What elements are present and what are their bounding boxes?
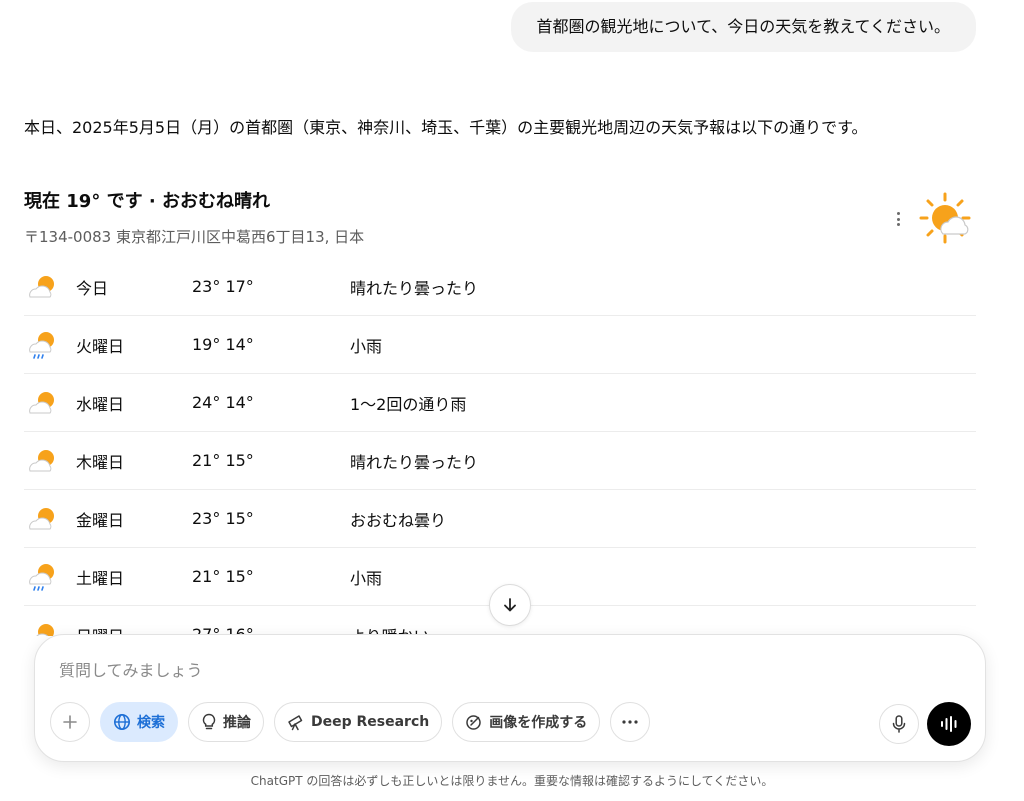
composer-right-tools bbox=[879, 702, 971, 746]
disclaimer-text: ChatGPT の回答は必ずしも正しいとは限りません。重要な情報は確認するように… bbox=[250, 774, 774, 788]
weather-card-header: 現在 19° です · おおむね晴れ 〒134-0083 東京都江戸川区中葛西6… bbox=[24, 188, 364, 250]
more-tools-button[interactable] bbox=[610, 702, 651, 742]
forecast-desc: 1〜2回の通り雨 bbox=[350, 394, 467, 414]
sun-cloud-icon bbox=[919, 192, 971, 244]
forecast-list: 今日 23° 17° 晴れたり曇ったり 火曜日 19° 14° 小雨 水曜日 2… bbox=[24, 258, 976, 636]
forecast-day: 木曜日 bbox=[76, 452, 125, 472]
forecast-desc: 小雨 bbox=[350, 336, 383, 356]
user-message-text: 首都圏の観光地について、今日の天気を教えてください。 bbox=[536, 17, 950, 36]
forecast-temps: 19° 14° bbox=[192, 335, 254, 354]
reason-button[interactable]: 推論 bbox=[188, 702, 264, 742]
forecast-desc: 小雨 bbox=[350, 568, 383, 588]
microphone-icon bbox=[892, 715, 906, 733]
deep-research-button[interactable]: Deep Research bbox=[274, 702, 443, 742]
dictate-button[interactable] bbox=[879, 704, 919, 744]
image-create-icon bbox=[466, 715, 481, 730]
voice-waveform-icon bbox=[941, 716, 957, 732]
arrow-down-icon bbox=[504, 598, 516, 612]
forecast-day: 今日 bbox=[76, 278, 109, 298]
search-label: 検索 bbox=[137, 715, 165, 731]
current-weather: 現在 19° です · おおむね晴れ bbox=[24, 191, 270, 212]
create-image-label: 画像を作成する bbox=[489, 715, 588, 731]
deep-research-label: Deep Research bbox=[311, 714, 430, 730]
assistant-answer-intro: 本日、2025年5月5日（月）の首都圏（東京、神奈川、埼玉、千葉）の主要観光地周… bbox=[24, 118, 868, 137]
forecast-temps: 23° 17° bbox=[192, 277, 254, 296]
rain-icon bbox=[29, 331, 54, 359]
forecast-day: 水曜日 bbox=[76, 394, 125, 414]
forecast-day: 土曜日 bbox=[76, 568, 125, 588]
telescope-icon bbox=[288, 715, 303, 731]
forecast-row: 今日 23° 17° 晴れたり曇ったり bbox=[24, 258, 976, 316]
lightbulb-icon bbox=[202, 713, 216, 730]
weather-location: 〒134-0083 東京都江戸川区中葛西6丁目13, 日本 bbox=[24, 228, 365, 246]
partly-cloudy-icon bbox=[29, 275, 54, 297]
forecast-row: 水曜日 24° 14° 1〜2回の通り雨 bbox=[24, 374, 976, 432]
voice-mode-button[interactable] bbox=[927, 702, 971, 746]
message-composer[interactable]: 質問してみましょう 検索 推論 Deep Research 画像を作成する bbox=[34, 634, 986, 762]
attach-button[interactable] bbox=[50, 702, 90, 742]
user-message-bubble: 首都圏の観光地について、今日の天気を教えてください。 bbox=[510, 2, 976, 52]
globe-icon bbox=[114, 714, 130, 730]
forecast-temps: 21° 15° bbox=[192, 567, 254, 586]
forecast-temps: 21° 15° bbox=[192, 451, 254, 470]
forecast-day: 火曜日 bbox=[76, 336, 125, 356]
ellipsis-icon bbox=[622, 720, 638, 724]
more-options-icon[interactable] bbox=[891, 212, 905, 226]
forecast-desc: 晴れたり曇ったり bbox=[350, 452, 479, 472]
composer-input[interactable]: 質問してみましょう bbox=[59, 657, 203, 681]
forecast-temps: 23° 15° bbox=[192, 509, 254, 528]
partly-cloudy-icon bbox=[35, 623, 54, 636]
forecast-temps: 24° 14° bbox=[192, 393, 254, 412]
reason-label: 推論 bbox=[223, 715, 251, 731]
scroll-down-button[interactable] bbox=[489, 584, 531, 626]
plus-icon bbox=[63, 715, 77, 729]
rain-icon bbox=[29, 563, 54, 591]
partly-cloudy-icon bbox=[29, 449, 54, 471]
search-button[interactable]: 検索 bbox=[100, 702, 178, 742]
composer-tools: 検索 推論 Deep Research 画像を作成する bbox=[50, 702, 651, 742]
forecast-row: 金曜日 23° 15° おおむね曇り bbox=[24, 490, 976, 548]
partly-cloudy-icon bbox=[29, 391, 54, 413]
forecast-day: 金曜日 bbox=[76, 510, 125, 530]
forecast-desc: おおむね曇り bbox=[350, 510, 447, 530]
forecast-row: 火曜日 19° 14° 小雨 bbox=[24, 316, 976, 374]
create-image-button[interactable]: 画像を作成する bbox=[452, 702, 601, 742]
forecast-row: 木曜日 21° 15° 晴れたり曇ったり bbox=[24, 432, 976, 490]
partly-cloudy-icon bbox=[29, 507, 54, 529]
forecast-desc: 晴れたり曇ったり bbox=[350, 278, 479, 298]
